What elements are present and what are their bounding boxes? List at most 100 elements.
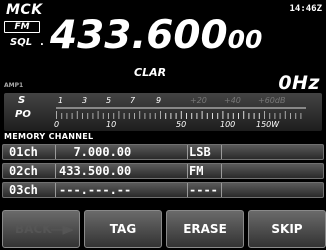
po-tick xyxy=(300,113,302,119)
channel-frequency: 433.500.00 xyxy=(59,164,132,178)
back-arrow-icon xyxy=(51,225,73,235)
s-tick-label: 9 xyxy=(156,96,161,105)
radio-display: MCK 14:46Z FM SQL . 433.60000 CLAR 0Hz A… xyxy=(0,0,326,250)
divider xyxy=(187,183,188,197)
po-tick xyxy=(154,113,156,119)
po-tick xyxy=(160,111,161,119)
clar-label: CLAR xyxy=(134,66,167,79)
po-tick xyxy=(284,111,286,119)
po-tick xyxy=(238,113,239,119)
channel-frequency: ---.---.-- xyxy=(59,183,132,197)
po-tick xyxy=(82,113,83,119)
amp-label: AMP1 xyxy=(4,82,24,89)
divider xyxy=(55,183,56,197)
channel-number: 01ch xyxy=(9,145,38,159)
po-tick xyxy=(206,113,208,119)
divider xyxy=(221,164,222,178)
po-tick xyxy=(61,113,63,119)
back-button-label: BACK xyxy=(15,222,52,236)
memory-row[interactable]: 02ch 433.500.00 FM xyxy=(2,163,324,179)
po-tick xyxy=(97,111,99,119)
divider xyxy=(221,145,222,159)
sql-indicator: . xyxy=(40,37,44,48)
po-tick xyxy=(212,113,213,119)
po-tick xyxy=(144,113,146,119)
s-tick-label: 1 xyxy=(58,96,63,105)
po-tick xyxy=(76,111,78,119)
po-tick xyxy=(248,113,250,119)
po-tick xyxy=(71,113,73,119)
memory-row[interactable]: 03ch ---.---.-- ---- xyxy=(2,182,324,198)
po-tick xyxy=(102,113,104,119)
s-tick-label: 3 xyxy=(82,96,87,105)
po-tick xyxy=(139,111,141,119)
s-tick-label: +60dB xyxy=(258,96,285,105)
vfo-label: MCK xyxy=(6,2,43,18)
po-tick xyxy=(165,113,167,119)
po-tick-label: 10 xyxy=(106,120,116,129)
divider xyxy=(187,145,188,159)
po-tick xyxy=(118,111,120,119)
po-tick xyxy=(269,113,271,119)
channel-frequency: 7.000.00 xyxy=(59,145,132,159)
po-tick xyxy=(217,113,219,119)
po-tick xyxy=(175,113,177,119)
po-tick xyxy=(123,113,125,119)
frequency-display[interactable]: 433.60000 xyxy=(50,14,262,62)
po-tick-label: 150W xyxy=(256,120,280,129)
po-tick xyxy=(243,111,245,119)
s-tick-label: 5 xyxy=(106,96,111,105)
po-ticks xyxy=(56,111,302,119)
erase-button[interactable]: ERASE xyxy=(166,210,244,248)
po-tick xyxy=(274,113,276,119)
po-tick xyxy=(295,113,297,119)
clock: 14:46Z xyxy=(289,4,322,14)
channel-mode: ---- xyxy=(189,183,218,197)
channel-mode: FM xyxy=(189,164,204,178)
skip-button[interactable]: SKIP xyxy=(248,210,326,248)
po-tick xyxy=(180,111,182,119)
po-tick-label: 100 xyxy=(220,120,235,129)
po-tick xyxy=(128,113,130,119)
po-tick xyxy=(227,113,229,119)
po-tick xyxy=(134,113,135,119)
po-tick xyxy=(92,113,94,119)
po-tick xyxy=(264,111,265,119)
memory-row[interactable]: 01ch 7.000.00 LSB xyxy=(2,144,324,160)
po-tick xyxy=(258,113,260,119)
po-tick-label: 0 xyxy=(54,120,59,129)
meter-track xyxy=(56,107,306,109)
sql-label: SQL xyxy=(10,37,33,48)
po-tick xyxy=(201,111,203,119)
po-tick xyxy=(87,113,89,119)
po-tick xyxy=(56,111,57,119)
po-tick-label: 50 xyxy=(176,120,186,129)
tag-button[interactable]: TAG xyxy=(84,210,162,248)
s-tick-label: 7 xyxy=(130,96,136,105)
s-tick-label: +20 xyxy=(190,96,207,105)
po-tick xyxy=(186,113,187,119)
back-button[interactable]: BACK xyxy=(2,210,80,248)
meter-panel: S PO 1 3 5 7 9 +20 +40 +60dB 0 10 50 100… xyxy=(4,93,322,131)
po-tick xyxy=(149,113,151,119)
frequency-main: 433.600 xyxy=(50,13,228,58)
divider xyxy=(55,145,56,159)
memory-channel-title: MEMORY CHANNEL xyxy=(4,132,94,141)
divider xyxy=(55,164,56,178)
clar-offset[interactable]: 0Hz xyxy=(278,72,320,94)
channel-number: 02ch xyxy=(9,164,38,178)
po-tick xyxy=(191,113,193,119)
divider xyxy=(187,164,188,178)
mode-badge[interactable]: FM xyxy=(4,21,40,33)
channel-mode: LSB xyxy=(189,145,211,159)
po-tick xyxy=(279,113,281,119)
po-tick xyxy=(232,113,234,119)
po-tick xyxy=(66,113,68,119)
divider xyxy=(221,183,222,197)
channel-number: 03ch xyxy=(9,183,38,197)
softkey-bar: BACK TAG ERASE SKIP xyxy=(0,204,326,250)
po-tick xyxy=(196,113,198,119)
po-tick xyxy=(108,113,109,119)
s-tick-label: +40 xyxy=(224,96,241,105)
po-tick xyxy=(222,111,224,119)
